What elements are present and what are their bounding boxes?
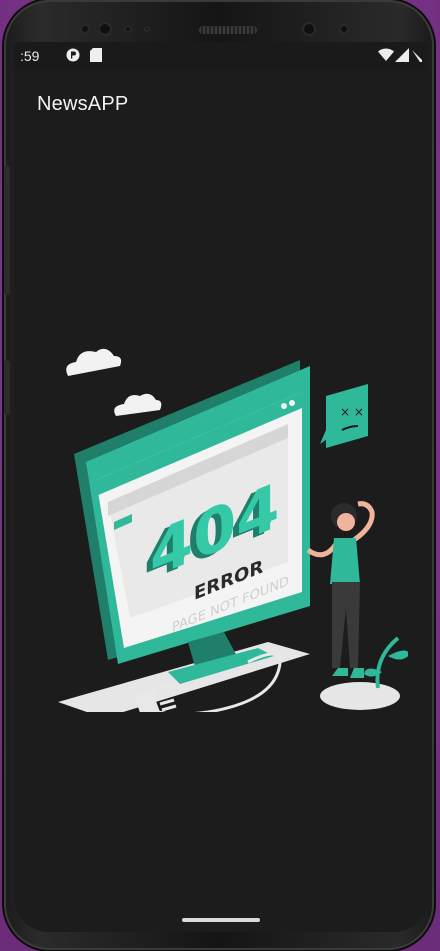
error-404-illustration: × × 404 404 ERROR PAGE NOT FOUND [58,348,408,712]
sensor-icon [80,24,90,34]
sensor-icon [144,26,150,32]
status-time: :59 [20,48,40,64]
battery-icon [412,48,424,65]
phone-frame: :59 NewsAPP × × 404 404 ERROR PAGE NOT F… [4,0,434,950]
status-bar: :59 [14,42,428,70]
top-bezel [64,18,374,40]
volume-button [4,165,10,295]
sensor-icon [124,25,132,33]
p-icon [66,48,80,65]
screen: :59 NewsAPP × × 404 404 ERROR PAGE NOT F… [14,42,428,932]
sd-card-icon [90,48,102,65]
svg-text:× ×: × × [340,405,364,419]
signal-icon [395,48,409,65]
bixby-button [4,360,10,415]
app-title: NewsAPP [37,93,129,115]
wifi-icon [378,48,394,65]
front-camera-icon [98,22,112,36]
confused-face-icon: × × [320,384,368,448]
home-indicator[interactable] [182,918,260,922]
earpiece-speaker [199,26,257,34]
cloud-icon [66,348,122,376]
cloud-icon [114,393,162,416]
woman-figure [306,501,408,710]
iris-camera-icon [302,22,316,36]
app-bar: NewsAPP [14,70,428,130]
sensor-icon [339,24,349,34]
